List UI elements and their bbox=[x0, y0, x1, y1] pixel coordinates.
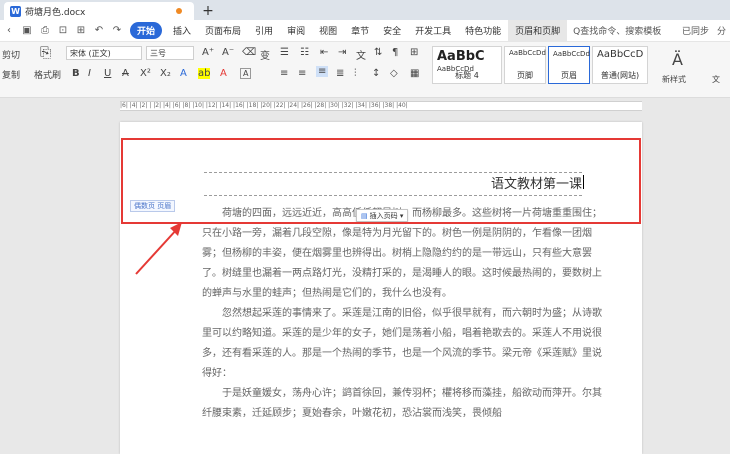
paragraph-2[interactable]: 忽然想起采莲的事情来了。采莲是江南的旧俗，似乎很早就有，而六朝时为盛；从诗歌里可… bbox=[202, 304, 606, 384]
tab-references[interactable]: 引用 bbox=[248, 24, 280, 37]
menu-right: 已同步 分 bbox=[674, 24, 730, 37]
tab-developer[interactable]: 开发工具 bbox=[408, 24, 458, 37]
undo-icon[interactable]: ↶ bbox=[92, 24, 106, 38]
ribbon: 剪切 复制 ⎘ 格式刷 宋体 (正文) 三号 A⁺ A⁻ ⌫ 变 B I U A… bbox=[0, 42, 730, 98]
collapse-chevron-icon[interactable]: ‹ bbox=[2, 24, 16, 38]
style-heading4[interactable]: AaBbC AaBbCcDd 标题 4 bbox=[432, 46, 502, 84]
font-name-select[interactable]: 宋体 (正文) bbox=[66, 46, 142, 60]
highlight-icon[interactable]: ab bbox=[198, 68, 211, 79]
char-border-icon[interactable]: A bbox=[240, 68, 252, 79]
print-preview-icon[interactable]: ⊡ bbox=[56, 24, 70, 38]
tab-header-footer[interactable]: 页眉和页脚 bbox=[508, 20, 568, 41]
style-caption: 普通(网站) bbox=[600, 71, 640, 80]
justify-icon[interactable]: ≣ bbox=[336, 68, 344, 79]
export-pdf-icon[interactable]: ⊞ bbox=[74, 24, 88, 38]
document-tab-title: 荷塘月色.docx bbox=[25, 7, 86, 18]
style-caption: 页眉 bbox=[561, 71, 577, 80]
style-header[interactable]: AaBbCcDd 页眉 bbox=[548, 46, 590, 84]
decrease-indent-icon[interactable]: ⇤ bbox=[320, 47, 328, 58]
unsaved-dot-icon bbox=[176, 8, 182, 14]
numbered-list-icon[interactable]: ☷ bbox=[300, 47, 309, 58]
sort-icon[interactable]: ⇅ bbox=[374, 47, 382, 58]
table-icon[interactable]: ⊞ bbox=[410, 47, 418, 58]
underline-icon[interactable]: U bbox=[104, 68, 111, 79]
style-caption: 页脚 bbox=[517, 71, 533, 80]
menu-bar: ‹ ▣ ⎙ ⊡ ⊞ ↶ ↷ 开始 插入 页面布局 引用 审阅 视图 章节 安全 … bbox=[0, 20, 730, 42]
style-web-normal[interactable]: AaBbCcD 普通(网站) bbox=[592, 46, 648, 84]
writer-doc-icon: W bbox=[10, 5, 21, 17]
grow-font-icon[interactable]: A⁺ bbox=[202, 47, 214, 58]
bold-icon[interactable]: B bbox=[72, 68, 80, 79]
tab-view[interactable]: 视图 bbox=[312, 24, 344, 37]
command-search[interactable]: Q查找命令、搜索模板 bbox=[573, 24, 661, 37]
share-button[interactable]: 分 bbox=[717, 24, 726, 37]
new-style-button[interactable]: 新样式 bbox=[662, 74, 686, 85]
tab-features[interactable]: 特色功能 bbox=[458, 24, 508, 37]
tab-chapter[interactable]: 章节 bbox=[344, 24, 376, 37]
italic-icon[interactable]: I bbox=[88, 68, 91, 79]
strikethrough-icon[interactable]: A bbox=[122, 68, 129, 79]
superscript-icon[interactable]: X² bbox=[140, 68, 151, 79]
align-left-icon[interactable]: ≡ bbox=[280, 68, 288, 79]
tab-bar: W 荷塘月色.docx + bbox=[0, 0, 730, 20]
new-tab-button[interactable]: + bbox=[200, 2, 216, 20]
paste-icon[interactable]: ⎘ bbox=[40, 45, 51, 61]
align-center-icon[interactable]: ≡ bbox=[298, 68, 306, 79]
shading-icon[interactable]: ◇ bbox=[390, 68, 398, 79]
style-footer[interactable]: AaBbCcDd 页脚 bbox=[504, 46, 546, 84]
line-spacing-icon[interactable]: ↕ bbox=[372, 68, 380, 79]
chinese-layout-icon[interactable]: 文 bbox=[356, 47, 366, 62]
increase-indent-icon[interactable]: ⇥ bbox=[338, 47, 346, 58]
document-tab[interactable]: W 荷塘月色.docx bbox=[4, 2, 194, 20]
sync-status[interactable]: 已同步 bbox=[682, 24, 709, 37]
redo-icon[interactable]: ↷ bbox=[110, 24, 124, 38]
paragraph-3[interactable]: 于是妖童媛女，荡舟心许；鹢首徐回，兼传羽杯；欋将移而藻挂，船欲动而萍开。尔其纤腰… bbox=[202, 384, 606, 424]
clear-format-icon[interactable]: ⌫ bbox=[242, 47, 256, 58]
tab-security[interactable]: 安全 bbox=[376, 24, 408, 37]
shrink-font-icon[interactable]: A⁻ bbox=[222, 47, 234, 58]
text-tool-button[interactable]: 文 bbox=[712, 74, 720, 85]
subscript-icon[interactable]: X₂ bbox=[160, 68, 171, 79]
tab-insert[interactable]: 插入 bbox=[166, 24, 198, 37]
align-right-icon[interactable]: ≡ bbox=[316, 66, 329, 77]
format-painter-button[interactable]: 格式刷 bbox=[34, 68, 61, 81]
annotation-arrow-icon bbox=[135, 222, 182, 275]
text-effect-icon[interactable]: A bbox=[180, 68, 187, 79]
new-style-icon[interactable]: Ä bbox=[672, 50, 683, 69]
bullet-list-icon[interactable]: ☰ bbox=[280, 47, 289, 58]
tab-review[interactable]: 审阅 bbox=[280, 24, 312, 37]
print-icon[interactable]: ⎙ bbox=[38, 24, 52, 38]
font-size-select[interactable]: 三号 bbox=[146, 46, 194, 60]
show-marks-icon[interactable]: ¶ bbox=[392, 47, 398, 58]
tab-start[interactable]: 开始 bbox=[130, 22, 163, 39]
font-color-icon[interactable]: A bbox=[220, 68, 227, 79]
phonetic-icon[interactable]: 变 bbox=[260, 47, 270, 62]
horizontal-ruler[interactable]: |6| |4| |2| | |2| |4| |6| |8| |10| |12| … bbox=[120, 101, 642, 111]
border-icon[interactable]: ▦ bbox=[410, 68, 419, 79]
annotation-highlight-box bbox=[121, 138, 641, 224]
tab-page-layout[interactable]: 页面布局 bbox=[198, 24, 248, 37]
distributed-icon[interactable]: ⫶ bbox=[354, 68, 357, 79]
ruler: |6| |4| |2| | |2| |4| |6| |8| |10| |12| … bbox=[0, 98, 730, 114]
document-body[interactable]: 荷塘的四面，远远近近，高高低低都是树，而杨柳最多。这些树将一片荷塘重重围住；只在… bbox=[202, 204, 606, 424]
cut-button[interactable]: 剪切 bbox=[2, 48, 20, 61]
save-icon[interactable]: ▣ bbox=[20, 24, 34, 38]
copy-button[interactable]: 复制 bbox=[2, 68, 20, 81]
style-caption: 标题 4 bbox=[455, 71, 479, 80]
